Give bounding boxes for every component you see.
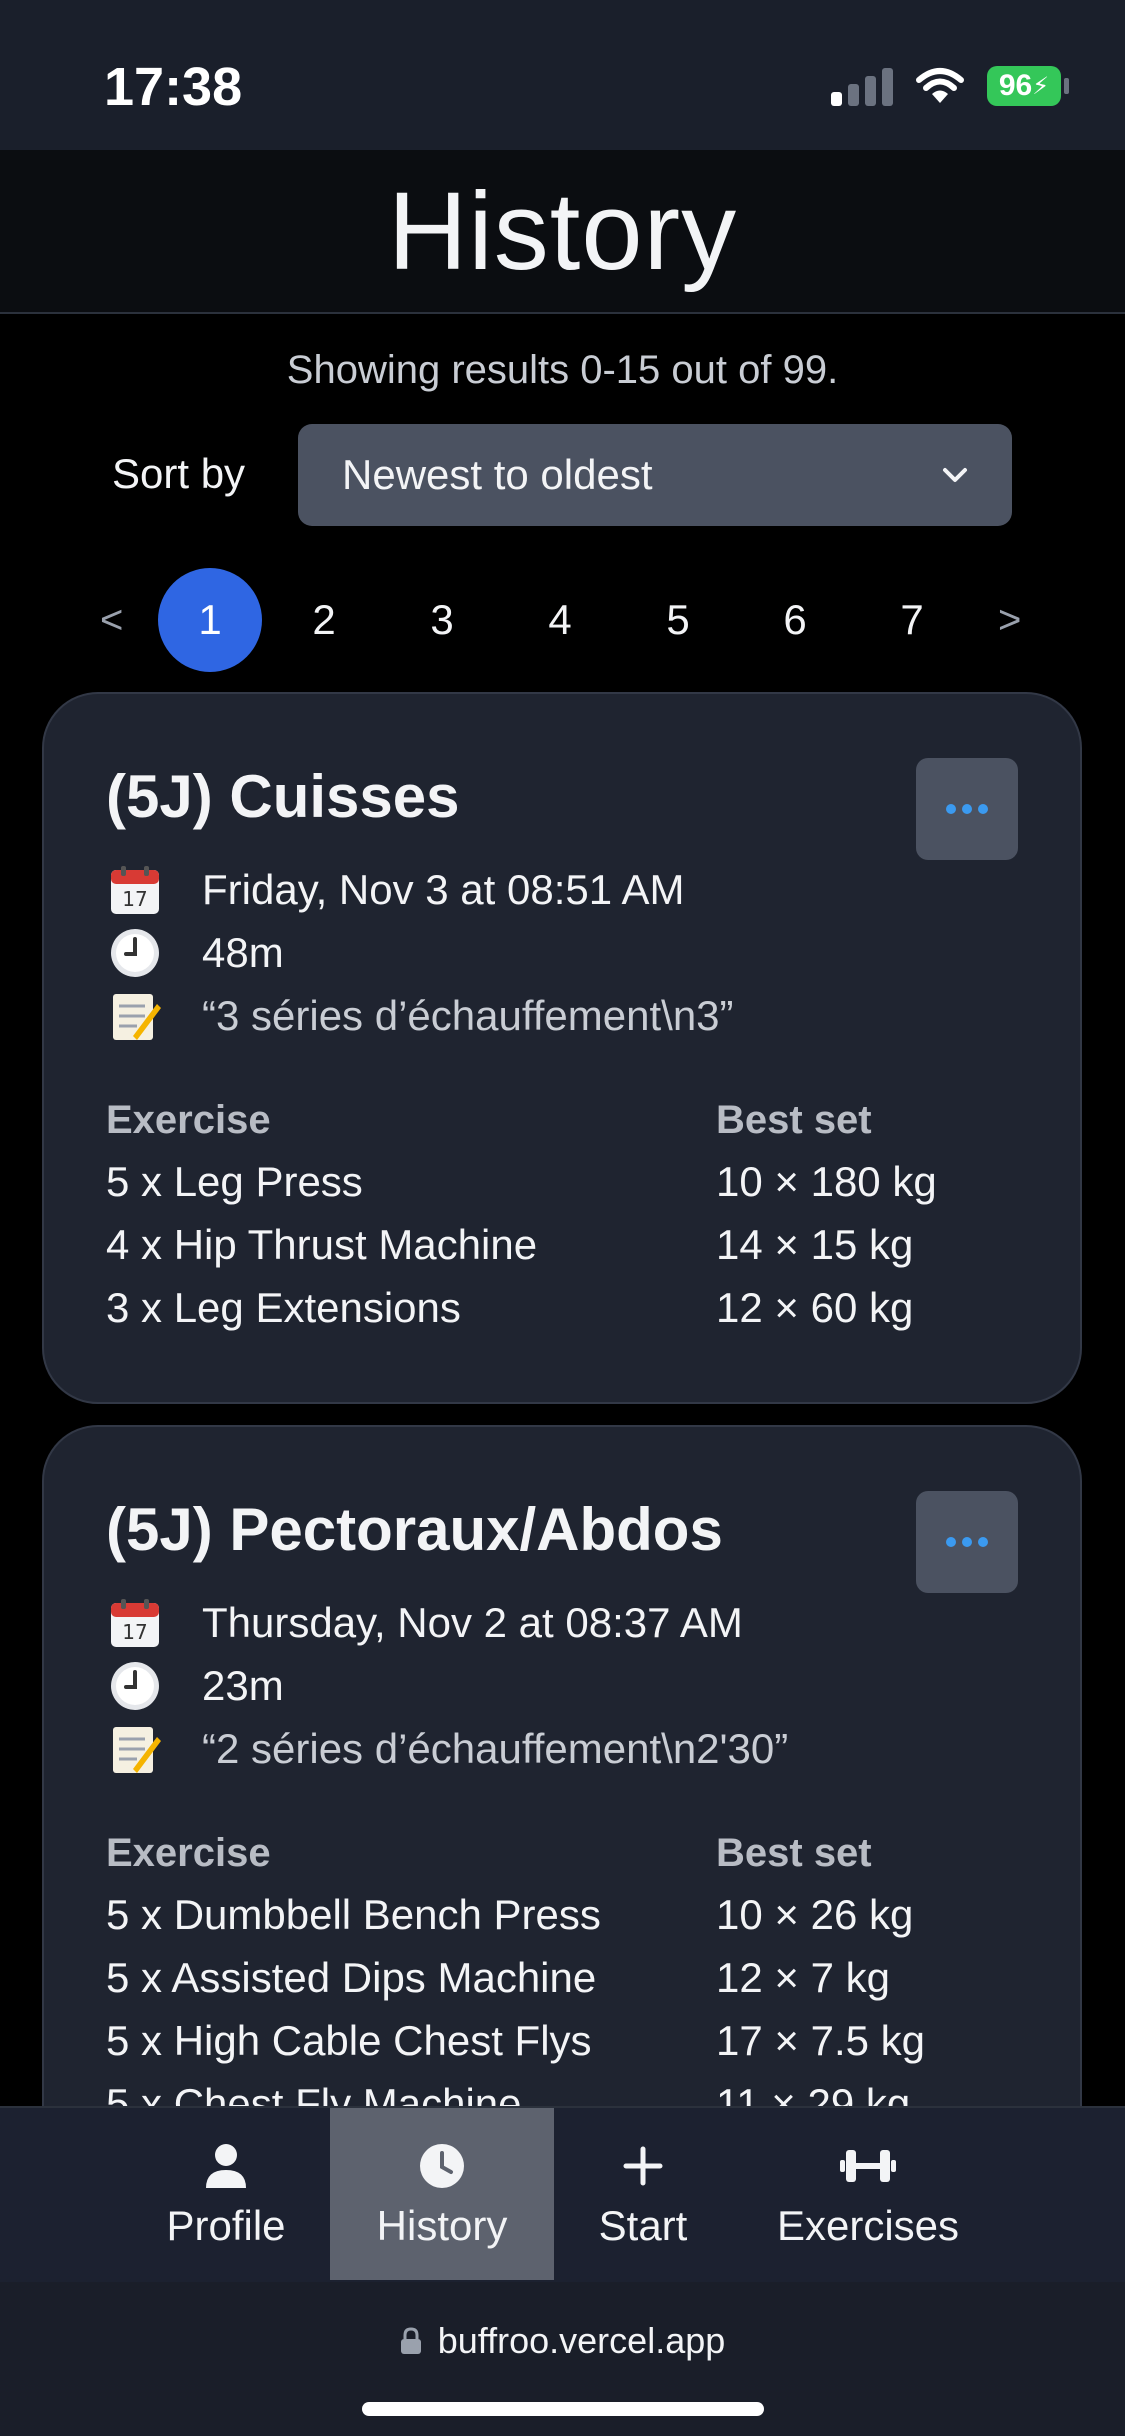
exercise-name: 5 x Dumbbell Bench Press: [106, 1891, 601, 1938]
exercise-row: 3 x Leg Extensions 12 × 60 kg: [106, 1278, 1006, 1338]
exercise-row: 5 x Leg Press 10 × 180 kg: [106, 1152, 1006, 1212]
sort-label: Sort by: [112, 450, 246, 497]
best-set-column-header: Best set: [716, 1098, 872, 1142]
exercise-row: 5 x Dumbbell Bench Press 10 × 26 kg: [106, 1885, 1006, 1945]
workout-date-row: 17 Thursday, Nov 2 at 08:37 AM: [106, 1593, 743, 1653]
exercise-row: 4 x Hip Thrust Machine 14 × 15 kg: [106, 1215, 1006, 1275]
nav-exercises-label: Exercises: [776, 2202, 960, 2249]
sort-select[interactable]: Newest to oldest: [298, 424, 1012, 526]
page-button-5[interactable]: 5: [626, 568, 730, 672]
url-display[interactable]: buffroo.vercel.app: [0, 2320, 1125, 2362]
calendar-icon: 17: [106, 1597, 164, 1649]
sort-select-value: Newest to oldest: [342, 451, 653, 498]
workout-duration-row: 23m: [106, 1656, 284, 1716]
nav-start[interactable]: Start: [570, 2108, 716, 2280]
page-button-3[interactable]: 3: [390, 568, 494, 672]
status-bar: 17:38 96 ⚡: [0, 0, 1125, 150]
nav-profile-label: Profile: [166, 2202, 286, 2249]
workout-title: (5J) Pectoraux/Abdos: [106, 1496, 723, 1563]
workout-note-row: “2 séries d’échauffement\n2'30”: [106, 1719, 788, 1779]
clock-icon: [106, 1660, 164, 1712]
workout-date: Friday, Nov 3 at 08:51 AM: [202, 866, 685, 913]
page-header: History: [0, 150, 1125, 314]
exercise-best-set: 14 × 15 kg: [716, 1221, 914, 1268]
bottom-nav: Profile History Start Exercises: [0, 2106, 1125, 2282]
chevron-down-icon: [943, 468, 967, 482]
wifi-icon: [916, 68, 964, 103]
calendar-icon: 17: [106, 864, 164, 916]
more-dots-icon: [946, 1537, 988, 1547]
status-icons: 96 ⚡: [831, 66, 1069, 106]
lock-icon: [400, 2327, 421, 2354]
next-page-button[interactable]: >: [998, 568, 1021, 672]
exercise-column-header: Exercise: [106, 1098, 271, 1142]
cellular-signal-icon: [831, 66, 893, 106]
svg-text:17: 17: [122, 1620, 147, 1644]
pagination: < 1 2 3 4 5 6 7 >: [0, 568, 1125, 672]
exercise-row: 5 x High Cable Chest Flys 17 × 7.5 kg: [106, 2011, 1006, 2071]
page-title: History: [387, 169, 738, 293]
prev-page-button[interactable]: <: [100, 568, 123, 672]
workout-date-row: 17 Friday, Nov 3 at 08:51 AM: [106, 860, 684, 920]
nav-history[interactable]: History: [330, 2108, 554, 2280]
nav-start-label: Start: [598, 2202, 688, 2249]
exercise-best-set: 12 × 7 kg: [716, 1954, 890, 2001]
exercise-column-header: Exercise: [106, 1831, 271, 1875]
nav-profile[interactable]: Profile: [140, 2108, 312, 2280]
workout-note: “2 séries d’échauffement\n2'30”: [202, 1725, 789, 1772]
nav-history-label: History: [376, 2202, 508, 2249]
exercise-best-set: 17 × 7.5 kg: [716, 2017, 925, 2064]
status-time: 17:38: [104, 57, 243, 117]
exercise-name: 5 x Assisted Dips Machine: [106, 1954, 597, 2001]
exercise-best-set: 12 × 60 kg: [716, 1284, 914, 1331]
workout-title: (5J) Cuisses: [106, 763, 460, 830]
workout-note-row: “3 séries d’échauffement\n3”: [106, 986, 734, 1046]
results-count: Showing results 0-15 out of 99.: [286, 348, 839, 392]
workout-date: Thursday, Nov 2 at 08:37 AM: [202, 1599, 743, 1646]
workout-duration: 23m: [202, 1662, 284, 1709]
workout-note: “3 séries d’échauffement\n3”: [202, 992, 734, 1039]
battery-icon: 96 ⚡: [987, 66, 1069, 106]
exercise-name: 4 x Hip Thrust Machine: [106, 1221, 538, 1268]
workout-duration-row: 48m: [106, 923, 284, 983]
exercise-best-set: 10 × 26 kg: [716, 1891, 914, 1938]
clock-icon: [106, 927, 164, 979]
plus-icon: [623, 2138, 663, 2194]
page-button-6[interactable]: 6: [743, 568, 847, 672]
more-dots-icon: [946, 804, 988, 814]
page-button-1[interactable]: 1: [158, 568, 262, 672]
workout-menu-button[interactable]: [916, 1491, 1018, 1593]
page-button-2[interactable]: 2: [272, 568, 376, 672]
browser-url-bar[interactable]: buffroo.vercel.app: [0, 2282, 1125, 2436]
page-button-7[interactable]: 7: [860, 568, 964, 672]
workout-menu-button[interactable]: [916, 758, 1018, 860]
exercise-row: 5 x Assisted Dips Machine 12 × 7 kg: [106, 1948, 1006, 2008]
workout-duration: 48m: [202, 929, 284, 976]
workout-card[interactable]: (5J) Cuisses 17 Friday, Nov 3 at 08:51 A…: [42, 692, 1082, 1404]
user-icon: [204, 2138, 248, 2194]
home-indicator[interactable]: [362, 2402, 764, 2416]
svg-text:17: 17: [122, 887, 147, 911]
exercise-best-set: 10 × 180 kg: [716, 1158, 937, 1205]
exercise-name: 3 x Leg Extensions: [106, 1284, 461, 1331]
url-text: buffroo.vercel.app: [437, 2320, 726, 2361]
exercise-name: 5 x High Cable Chest Flys: [106, 2017, 592, 2064]
dumbbell-icon: [840, 2138, 896, 2194]
memo-icon: [106, 1723, 164, 1775]
best-set-column-header: Best set: [716, 1831, 872, 1875]
page-button-4[interactable]: 4: [508, 568, 612, 672]
clock-icon: [418, 2138, 466, 2194]
memo-icon: [106, 990, 164, 1042]
battery-level: 96: [998, 69, 1033, 102]
exercise-name: 5 x Leg Press: [106, 1158, 363, 1205]
nav-exercises[interactable]: Exercises: [758, 2108, 978, 2280]
